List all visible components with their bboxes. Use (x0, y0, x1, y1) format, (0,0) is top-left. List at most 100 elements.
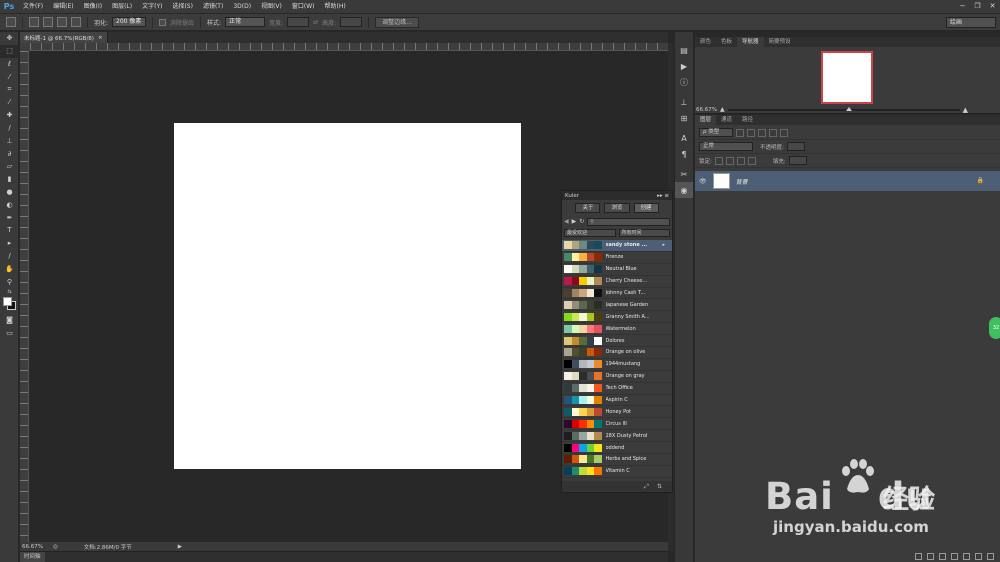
kuler-theme-row[interactable]: Herbs and Spice (562, 454, 672, 466)
quick-select-tool-icon[interactable]: ⁄ (0, 70, 19, 83)
new-group-icon[interactable] (963, 552, 970, 560)
menu-image[interactable]: 图像(I) (79, 0, 107, 13)
type-tool-icon[interactable]: T (0, 224, 19, 237)
zoom-level[interactable]: 66.67% (22, 544, 43, 550)
kuler-theme-row[interactable]: Watermelon (562, 323, 672, 336)
document-tab[interactable]: 未标题-1 @ 66.7%(RGB/8) × (20, 32, 108, 43)
layer-kind-filter[interactable]: ρ 类型 (699, 128, 733, 137)
kuler-theme-row[interactable]: 28X Dusty Petrol (562, 430, 672, 443)
dodge-tool-icon[interactable]: ◐ (0, 198, 19, 211)
foreground-color-swatch[interactable] (3, 296, 12, 306)
info-icon[interactable]: ⓘ (675, 74, 693, 90)
kuler-tab-browse[interactable]: 浏览 (604, 203, 630, 213)
layer-row-background[interactable]: 👁 背景 🔒 (695, 171, 1000, 191)
marquee-tool-icon[interactable]: ⬚ (0, 44, 19, 58)
menu-help[interactable]: 帮助(H) (320, 0, 351, 13)
kuler-theme-row[interactable]: Vitamin C (562, 466, 672, 478)
new-layer-icon[interactable] (975, 552, 982, 560)
kuler-theme-row[interactable]: 1944mustang (562, 359, 672, 371)
filter-pixel-icon[interactable] (736, 128, 744, 137)
swap-colors-icon[interactable]: ⇆ (0, 288, 19, 296)
kuler-theme-row[interactable]: Granny Smith A... (562, 311, 672, 324)
history-brush-icon[interactable]: ∂ (0, 147, 19, 160)
kuler-theme-row[interactable]: Honey Pot (562, 406, 672, 419)
kuler-theme-row[interactable]: oddend (562, 442, 672, 455)
theme-expand-icon[interactable]: ▸ (662, 242, 665, 248)
tab-channels[interactable]: 通道 (716, 115, 737, 125)
color-swatches[interactable] (0, 296, 19, 314)
kuler-icon[interactable]: ◉ (675, 182, 693, 198)
tab-paths[interactable]: 路径 (737, 115, 758, 125)
refresh-icon[interactable]: ↻ (579, 218, 584, 225)
new-selection-icon[interactable] (29, 17, 39, 27)
vertical-ruler[interactable] (20, 51, 29, 543)
zoom-slider-knob[interactable] (845, 106, 852, 111)
kuler-theme-row[interactable]: Orange on olive (562, 347, 672, 359)
screen-mode-icon[interactable]: ▭ (0, 327, 19, 340)
zoom-tool-icon[interactable]: ⚲ (0, 275, 19, 288)
layer-style-icon[interactable] (927, 552, 934, 560)
actions-icon[interactable]: ▶ (675, 58, 693, 74)
kuler-tab-create[interactable]: 创建 (633, 203, 659, 213)
tab-presets[interactable]: 简要预设 (764, 37, 796, 47)
fill-input[interactable] (788, 156, 807, 165)
kuler-theme-row[interactable]: Japanese Garden (562, 299, 672, 312)
kuler-theme-row[interactable]: Circus III (562, 418, 672, 431)
close-button[interactable]: ✕ (987, 2, 998, 11)
restore-button[interactable]: ❐ (972, 2, 983, 11)
lock-transparent-icon[interactable] (714, 156, 723, 165)
width-input[interactable] (287, 17, 310, 27)
zoom-slider[interactable] (727, 106, 960, 111)
menu-file[interactable]: 文件(F) (18, 0, 48, 13)
kuler-sort-select[interactable]: 最受欢迎 (564, 229, 616, 237)
horizontal-ruler[interactable] (30, 43, 668, 51)
edit-theme-icon[interactable]: ⇅ (657, 483, 662, 490)
menu-3d[interactable]: 3D(D) (228, 0, 256, 13)
filter-type-icon[interactable] (758, 128, 766, 137)
gradient-tool-icon[interactable]: ▮ (0, 173, 19, 186)
kuler-theme-row[interactable]: Orange on gray (562, 371, 672, 383)
kuler-theme-row[interactable]: Firenze (562, 252, 672, 264)
move-tool-icon[interactable]: ✥ (0, 32, 19, 45)
workspace-select[interactable]: 绘画 (946, 17, 996, 28)
navigator-zoom-value[interactable]: 66.67% (696, 107, 717, 113)
add-to-swatches-icon[interactable]: ⤢ (644, 483, 649, 491)
brush-preset-icon[interactable]: ⊥ (675, 94, 693, 110)
swap-icon[interactable]: ⇄ (313, 19, 318, 26)
filter-smart-icon[interactable] (780, 128, 788, 137)
timeline-tab[interactable]: 时间轴 (20, 552, 45, 562)
crop-tool-icon[interactable]: ⌗ (0, 83, 19, 96)
blur-tool-icon[interactable]: ● (0, 186, 19, 199)
menu-window[interactable]: 窗口(W) (287, 0, 320, 13)
subtract-selection-icon[interactable] (57, 17, 67, 27)
intersect-selection-icon[interactable] (71, 17, 81, 27)
add-selection-icon[interactable] (43, 17, 53, 27)
layer-mask-icon[interactable] (939, 552, 946, 560)
menu-filter[interactable]: 滤镜(T) (198, 0, 228, 13)
status-icon[interactable]: ◎ (53, 544, 58, 550)
minimize-button[interactable]: − (957, 2, 968, 11)
history-icon[interactable]: ▤ (675, 42, 693, 58)
menu-select[interactable]: 选择(S) (167, 0, 198, 13)
document-canvas[interactable] (174, 123, 521, 469)
pen-tool-icon[interactable]: ✒ (0, 211, 19, 224)
tab-swatches[interactable]: 色板 (716, 37, 737, 47)
clone-stamp-icon[interactable]: ⊥ (0, 134, 19, 147)
brush-tool-icon[interactable]: ∕ (0, 122, 19, 135)
eraser-tool-icon[interactable]: ▱ (0, 160, 19, 173)
forward-icon[interactable]: ▶ (572, 218, 577, 225)
kuler-time-select[interactable]: 所有时间 (618, 229, 670, 237)
kuler-menu-icon[interactable]: ▸▸ ≡ (657, 193, 669, 199)
kuler-theme-row[interactable]: Neutral Blue (562, 264, 672, 276)
menu-edit[interactable]: 编辑(E) (48, 0, 78, 13)
line-tool-icon[interactable]: ∕ (0, 250, 19, 263)
link-layers-icon[interactable] (915, 552, 922, 560)
tab-navigator[interactable]: 导航器 (737, 37, 764, 47)
lock-position-icon[interactable] (736, 156, 745, 165)
kuler-theme-row[interactable]: Johnny Cash T... (562, 288, 672, 300)
antialias-checkbox[interactable] (159, 18, 167, 26)
menu-view[interactable]: 视图(V) (256, 0, 287, 13)
feather-input[interactable]: 200 像素 (112, 17, 147, 27)
menu-type[interactable]: 文字(Y) (137, 0, 167, 13)
style-select[interactable]: 正常 (225, 17, 266, 27)
